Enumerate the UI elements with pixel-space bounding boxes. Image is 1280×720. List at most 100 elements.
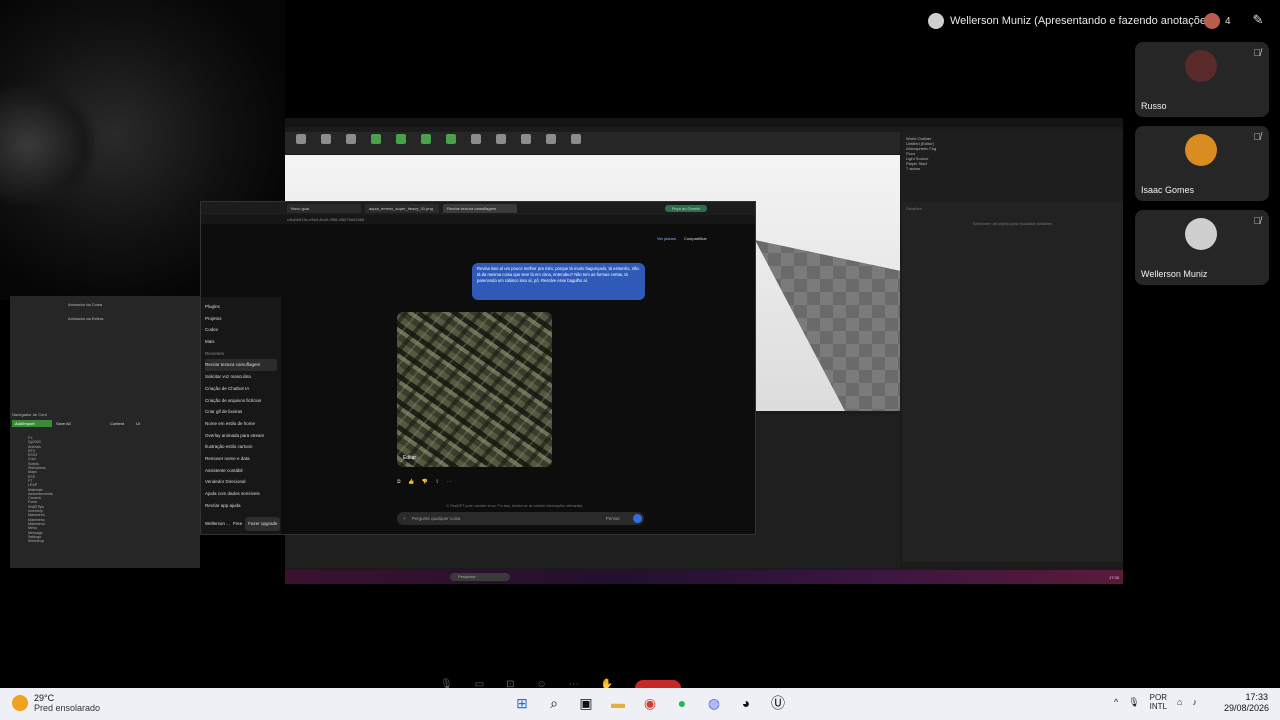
toolbar-button[interactable]: [491, 134, 511, 152]
recent-header: Recentes: [205, 350, 225, 356]
recent-chat[interactable]: Nome em estilo de home: [205, 418, 277, 430]
file-explorer-icon[interactable]: ▬: [608, 693, 628, 713]
browser-tab[interactable]: aquia_emeno_super_heavy_01.png: [365, 204, 439, 213]
edit-image-button[interactable]: Editar: [403, 455, 416, 461]
voice-send-icon[interactable]: [633, 514, 642, 523]
lang-line1: POR: [1149, 693, 1168, 702]
participant-tile-wellerson[interactable]: 🎙̸ Wellerson Muniz: [1135, 210, 1269, 285]
sidebar-item-codex[interactable]: Codex: [205, 324, 277, 336]
message-action-icons[interactable]: ⧉ 👍 👎 ⇪ ⋯: [397, 479, 455, 485]
details-panel: Detalhes Selecione um objeto para visual…: [902, 202, 1123, 562]
presenter-label: Wellerson Muniz (Apresentando e fazendo …: [950, 15, 1216, 27]
editor-toolbar: [285, 132, 900, 154]
system-tray: ^ 🎙 POR INTL ⌂ ♪: [1114, 693, 1197, 711]
address-bar[interactable]: c/6a0b913e-e5e0-8c49-9f58-0f8079a32885: [201, 215, 755, 224]
participant-tile-isaac[interactable]: 🎙̸ Isaac Gomes: [1135, 126, 1269, 201]
steam-icon[interactable]: ◕: [736, 693, 756, 713]
weather-widget[interactable]: 29°C Pred ensolarado: [12, 693, 100, 713]
participants-avatar-icon: [1204, 13, 1220, 29]
toolbar-button[interactable]: [316, 134, 336, 152]
annotate-pen-icon[interactable]: ✎: [1248, 10, 1268, 30]
tab-strip: Novo guia aquia_emeno_super_heavy_01.png…: [201, 202, 755, 215]
share-button[interactable]: Compartilhar: [684, 236, 707, 241]
chat-input[interactable]: + Pergunte qualquer coisa Pensar: [397, 512, 644, 525]
participant-tile-russo[interactable]: 🎙̸ Russo: [1135, 42, 1269, 117]
recent-chat[interactable]: Criar gif de lixeiras: [205, 406, 277, 418]
recent-chat[interactable]: Vendedor Direcional: [205, 476, 277, 488]
toolbar-button[interactable]: [366, 134, 386, 152]
recent-chat[interactable]: Solicitar voz masculina: [205, 371, 277, 383]
toolbar-button[interactable]: [391, 134, 411, 152]
time: 17:33: [1245, 692, 1268, 702]
recent-chat[interactable]: Recriar app ajuda: [205, 500, 277, 512]
path-child[interactable]: UI: [136, 421, 140, 426]
browser-window: Novo guia aquia_emeno_super_heavy_01.png…: [200, 201, 756, 535]
recent-chat[interactable]: Assistente contábil: [205, 465, 277, 477]
recent-chat[interactable]: Recriar textura camuflagem: [205, 359, 277, 372]
presenter-chip[interactable]: Wellerson Muniz (Apresentando e fazendo …: [928, 10, 1215, 32]
content-item[interactable]: Animador da Esfera: [68, 316, 103, 321]
disclaimer-text: O ChatGPT pode cometer erros. Por isso, …: [446, 504, 584, 508]
toolbar-button[interactable]: [516, 134, 536, 152]
play-button[interactable]: [541, 134, 561, 152]
generated-camouflage-image[interactable]: Editar: [397, 312, 552, 467]
spotify-icon[interactable]: ●: [672, 693, 692, 713]
toolbar-button[interactable]: [341, 134, 361, 152]
unreal-engine-icon[interactable]: Ⓤ: [768, 693, 788, 713]
save-all-button[interactable]: Save All: [56, 421, 70, 426]
sidebar-item-plugins[interactable]: Plugins: [205, 301, 277, 313]
chat-input-placeholder: Pergunte qualquer coisa: [411, 516, 461, 521]
participant-name: Wellerson Muniz: [1141, 269, 1208, 279]
avatar: [1185, 50, 1217, 82]
user-name: Wellerson ...: [205, 521, 230, 527]
plus-icon[interactable]: +: [403, 516, 406, 521]
participants-button[interactable]: 4: [1204, 10, 1231, 32]
see-plans-button[interactable]: Ver planos: [657, 236, 676, 241]
recent-chat[interactable]: Overlay animada para stream: [205, 430, 277, 442]
upgrade-button[interactable]: Fazer upgrade: [245, 517, 281, 532]
recent-chat[interactable]: Remover nome e data: [205, 453, 277, 465]
user-menu[interactable]: Wellerson ... Free Fazer upgrade: [205, 517, 281, 532]
header-actions: Ver planos Compartilhar: [657, 236, 707, 241]
user-message: Revisa isso aí um pouco melhor pra mim, …: [472, 263, 645, 300]
path-root[interactable]: Content: [110, 421, 124, 426]
browser-tab-active[interactable]: Recriar textura camuflagem: [443, 204, 517, 213]
shared-clock: 17:33: [1108, 574, 1119, 580]
volume-icon[interactable]: ♪: [1192, 697, 1197, 707]
browser-tab[interactable]: Novo guia: [287, 204, 361, 213]
recent-chat[interactable]: Ajuda com dados sensíveis: [205, 488, 277, 500]
windows-start-icon[interactable]: ⊞: [512, 693, 532, 713]
chrome-icon[interactable]: ◉: [640, 693, 660, 713]
temperature: 29°C: [34, 693, 55, 703]
sidebar-item-more[interactable]: Mais: [205, 336, 277, 348]
toolbar-button[interactable]: [566, 134, 586, 152]
recent-chat[interactable]: Criação de arquivos fictícios: [205, 395, 277, 407]
task-view-icon[interactable]: ▣: [576, 693, 596, 713]
microphone-icon[interactable]: 🎙: [1128, 697, 1139, 708]
search-icon[interactable]: ⌕: [544, 693, 564, 713]
toolbar-button[interactable]: [291, 134, 311, 152]
toolbar-button[interactable]: [441, 134, 461, 152]
content-item[interactable]: Animador da Coisa: [68, 302, 102, 307]
network-icon[interactable]: ⌂: [1177, 697, 1182, 707]
discord-icon[interactable]: ◍: [704, 693, 724, 713]
language-indicator[interactable]: POR INTL: [1150, 693, 1167, 711]
gemini-button[interactable]: Peça ao Gemini: [665, 205, 707, 212]
taskbar-clock[interactable]: 17:33 29/08/2026: [1224, 692, 1270, 714]
sidebar-item-projects[interactable]: Projetos: [205, 313, 277, 325]
mic-muted-icon: 🎙̸: [1253, 48, 1262, 59]
mic-muted-icon: 🎙̸: [1253, 216, 1262, 227]
chat-sidebar: Plugins Projetos Codex Mais Recentes Rec…: [201, 297, 281, 534]
outliner-count: 7 actors: [906, 166, 921, 171]
recent-chat[interactable]: Criação de Chatbot IA: [205, 383, 277, 395]
toolbar-button[interactable]: [416, 134, 436, 152]
think-button[interactable]: Pensar: [606, 516, 620, 521]
recent-chat[interactable]: Ilustração estilo cartoon: [205, 441, 277, 453]
toolbar-button[interactable]: [466, 134, 486, 152]
folder-item[interactable]: Workshop: [28, 539, 188, 543]
date: 29/08/2026: [1224, 703, 1270, 713]
add-import-button[interactable]: Add/Import: [12, 420, 52, 427]
chevron-up-icon[interactable]: ^: [1114, 697, 1118, 707]
avatar: [1185, 218, 1217, 250]
lang-line2: INTL: [1149, 702, 1168, 711]
